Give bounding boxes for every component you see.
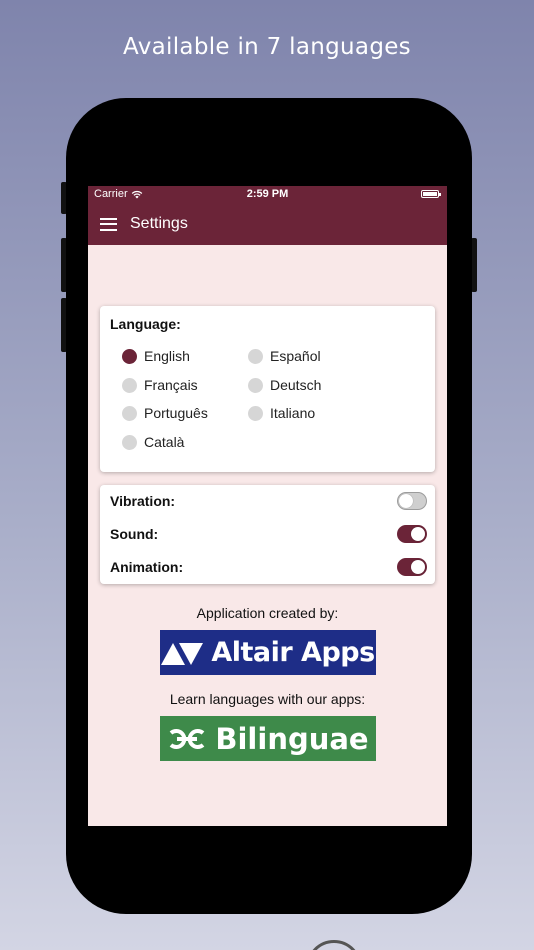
language-option-deutsch[interactable]: Deutsch xyxy=(248,377,321,393)
altair-logo-icon xyxy=(161,642,204,665)
promo-headline: Available in 7 languages xyxy=(123,34,411,60)
bilinguae-banner[interactable]: Bilinguae xyxy=(160,716,376,761)
sound-label: Sound: xyxy=(110,526,159,542)
animation-label: Animation: xyxy=(110,559,184,575)
language-option-francais[interactable]: Français xyxy=(122,377,198,393)
altair-apps-banner[interactable]: Altair Apps xyxy=(160,630,376,675)
radio-icon[interactable] xyxy=(122,405,137,421)
language-option-catala[interactable]: Català xyxy=(122,434,184,450)
app-bar: Settings xyxy=(88,203,447,245)
status-bar: Carrier 2:59 PM xyxy=(88,186,447,203)
radio-icon[interactable] xyxy=(122,377,137,393)
vibration-label: Vibration: xyxy=(110,493,176,509)
language-option-italiano[interactable]: Italiano xyxy=(248,405,315,421)
app-screen: Carrier 2:59 PM Settings Language: Engli… xyxy=(88,186,447,826)
radio-selected-icon[interactable] xyxy=(122,348,137,364)
learn-languages-text: Learn languages with our apps: xyxy=(169,691,366,707)
language-option-english[interactable]: English xyxy=(122,348,190,364)
bilinguae-brand-text: Bilinguae xyxy=(215,721,369,756)
sound-toggle[interactable] xyxy=(397,525,427,543)
battery-icon xyxy=(421,190,441,198)
altair-brand-text: Altair Apps xyxy=(211,637,375,668)
language-option-espanol[interactable]: Español xyxy=(248,348,321,364)
vibration-row: Vibration: xyxy=(110,490,427,512)
toggles-card: Vibration: Sound: Animation: xyxy=(100,485,435,584)
animation-toggle[interactable] xyxy=(397,558,427,576)
radio-icon[interactable] xyxy=(122,434,137,450)
home-button[interactable] xyxy=(306,940,362,950)
language-option-portugues[interactable]: Português xyxy=(122,405,208,421)
created-by-text: Application created by: xyxy=(196,605,339,621)
bilinguae-logo-icon xyxy=(170,728,205,749)
status-time: 2:59 PM xyxy=(246,188,289,200)
radio-icon[interactable] xyxy=(248,405,263,421)
menu-icon[interactable] xyxy=(100,217,117,231)
language-label: Language: xyxy=(110,316,181,332)
language-card: Language: English Español Français Deuts… xyxy=(100,306,435,472)
radio-icon[interactable] xyxy=(248,377,263,393)
page-title: Settings xyxy=(130,215,188,232)
vibration-toggle[interactable] xyxy=(397,492,427,510)
radio-icon[interactable] xyxy=(248,348,263,364)
animation-row: Animation: xyxy=(110,556,427,578)
sound-row: Sound: xyxy=(110,523,427,545)
